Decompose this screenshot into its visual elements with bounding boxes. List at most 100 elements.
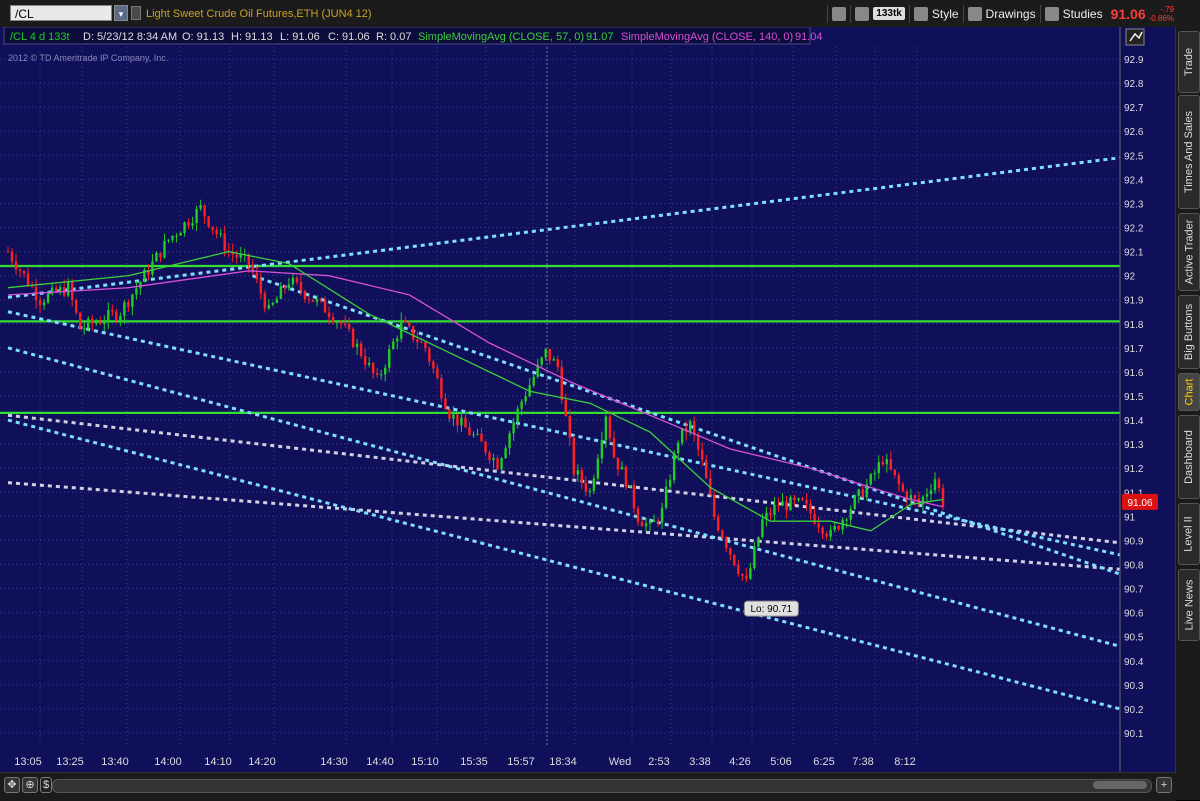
candle: [367, 362, 371, 365]
candle: [789, 497, 792, 511]
dollar-button[interactable]: $: [40, 777, 52, 793]
candle: [347, 323, 351, 329]
candle: [676, 442, 680, 454]
candle: [753, 546, 756, 569]
candle: [303, 291, 307, 299]
candle: [464, 417, 467, 428]
candle: [91, 318, 94, 324]
candle: [66, 282, 70, 296]
candle: [171, 235, 174, 240]
candle: [235, 254, 238, 258]
candle: [576, 470, 580, 475]
symbol-dropdown-button[interactable]: ▾: [114, 5, 128, 21]
candle: [540, 357, 543, 365]
x-tick-label: 2:53: [648, 756, 669, 768]
candle: [18, 269, 22, 271]
candle: [929, 490, 933, 495]
x-tick-label: 14:30: [320, 756, 348, 768]
tick-badge: 133tk: [873, 7, 905, 20]
candle: [384, 367, 387, 375]
y-tick-label: 91.9: [1124, 296, 1144, 307]
price-change: -.79 -0.86%: [1149, 5, 1174, 23]
candle: [717, 516, 720, 531]
sidebar-tab-live-news[interactable]: Live News: [1178, 569, 1200, 641]
candle: [604, 416, 608, 440]
y-tick-label: 92: [1124, 272, 1136, 283]
candle: [488, 452, 491, 461]
sidebar-tab-dashboard[interactable]: Dashboard: [1178, 415, 1200, 499]
candle: [568, 415, 572, 439]
x-tick-label: 14:00: [154, 756, 182, 768]
chart-settings-button[interactable]: [1125, 28, 1145, 46]
candle: [14, 261, 18, 270]
pan-button[interactable]: ✥: [4, 777, 20, 793]
candle: [821, 527, 824, 534]
info-sma1-label: SimpleMovingAvg (CLOSE, 57, 0): [418, 31, 584, 43]
candle: [664, 486, 668, 508]
candle: [564, 399, 567, 416]
sidebar-tab-active-trader[interactable]: Active Trader: [1178, 213, 1200, 291]
candle: [777, 504, 780, 506]
candle: [139, 282, 142, 289]
candle: [624, 466, 628, 488]
candle: [628, 485, 632, 488]
candle: [656, 520, 660, 523]
tick-aggregation-button[interactable]: 133tk: [850, 4, 909, 23]
scrollbar-thumb[interactable]: [1093, 781, 1147, 789]
symbol-input[interactable]: /CL: [10, 5, 112, 21]
info-close: C: 91.06: [328, 31, 370, 43]
candle: [580, 470, 584, 483]
candle: [215, 229, 218, 234]
candle: [825, 533, 828, 537]
candle: [640, 521, 644, 527]
candle: [167, 239, 170, 241]
x-tick-label: 14:40: [366, 756, 394, 768]
candle: [107, 310, 110, 322]
candle: [596, 458, 600, 479]
candle: [263, 293, 267, 309]
candle: [620, 466, 624, 470]
time-scrollbar[interactable]: [52, 779, 1152, 793]
bottom-toolbar: ✥ ⊕ $ +: [0, 772, 1176, 801]
candle: [504, 448, 507, 459]
y-tick-label: 91: [1124, 512, 1136, 523]
sidebar-tab-times-and-sales[interactable]: Times And Sales: [1178, 95, 1200, 209]
candle: [761, 519, 764, 538]
drawings-button[interactable]: Drawings: [962, 4, 1040, 23]
style-button[interactable]: Style: [908, 4, 963, 23]
candle: [199, 205, 202, 209]
y-tick-label: 90.1: [1124, 729, 1144, 740]
candle: [897, 475, 901, 485]
candle: [408, 322, 411, 327]
candle: [520, 401, 523, 409]
candle: [207, 216, 210, 227]
info-high: H: 91.13: [231, 31, 273, 43]
candle: [119, 315, 122, 321]
crosshair-button[interactable]: [827, 4, 850, 23]
price-chart[interactable]: 92.9 92.8 92.7 92.6 92.5 92.4 92.3 92.2 92.1 92 91…: [0, 27, 1176, 772]
sidebar-tab-chart[interactable]: Chart: [1178, 373, 1200, 411]
candle: [757, 537, 760, 547]
candle: [183, 222, 186, 234]
candle: [713, 494, 716, 517]
zoom-button[interactable]: ⊕: [22, 777, 38, 793]
studies-button[interactable]: Studies: [1039, 4, 1107, 23]
candle: [769, 512, 772, 515]
candle: [484, 441, 487, 453]
candle: [913, 495, 917, 499]
sidebar-tab-level-ii[interactable]: Level II: [1178, 503, 1200, 565]
candle: [652, 520, 656, 522]
x-tick-label: 5:06: [770, 756, 791, 768]
candle: [131, 294, 134, 307]
symbol-link-icon[interactable]: [131, 6, 141, 20]
sidebar-tab-trade[interactable]: Trade: [1178, 31, 1200, 93]
candle: [315, 298, 319, 302]
candle: [660, 507, 664, 523]
candle: [239, 254, 242, 258]
candle: [295, 277, 299, 282]
sidebar-tab-big-buttons[interactable]: Big Buttons: [1178, 295, 1200, 369]
candle: [115, 311, 118, 321]
zoom-in-button[interactable]: +: [1156, 777, 1172, 793]
candle: [111, 310, 114, 312]
candle: [572, 438, 576, 475]
